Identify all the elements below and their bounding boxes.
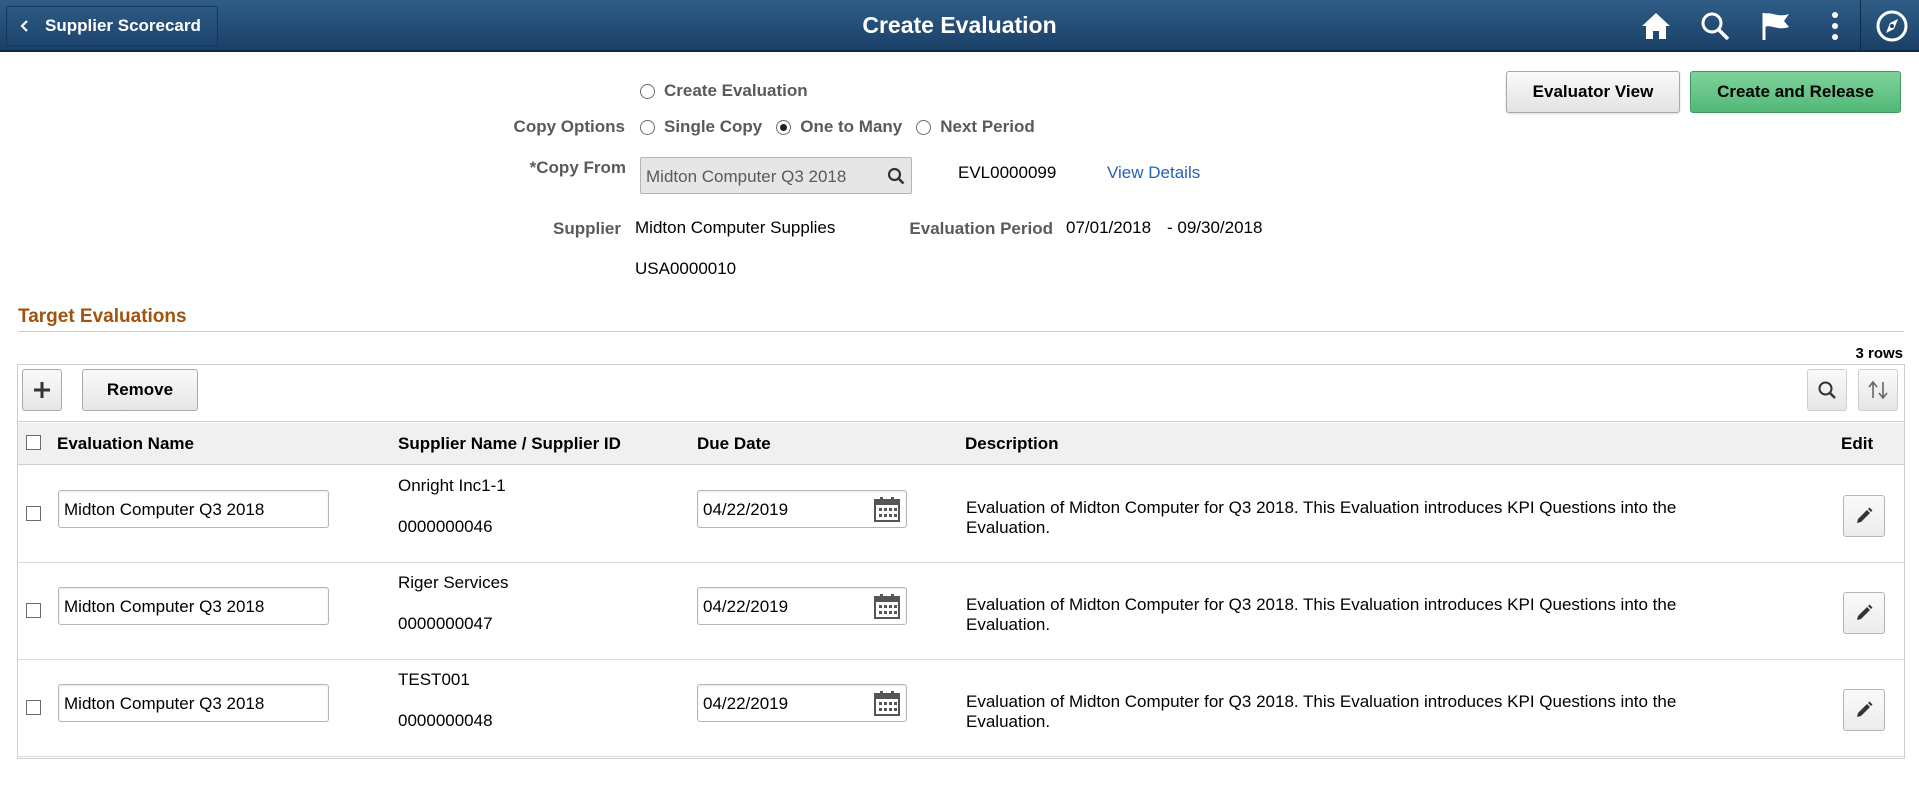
lookup-search-icon[interactable]	[887, 167, 905, 185]
evaluation-name-input[interactable]: Midton Computer Q3 2018	[58, 587, 329, 625]
column-header-evaluation-name[interactable]: Evaluation Name	[57, 434, 194, 454]
copy-from-label: *Copy From	[529, 158, 626, 177]
row-checkbox[interactable]	[26, 603, 41, 618]
plus-icon	[34, 382, 50, 398]
evaluation-description: Evaluation of Midton Computer for Q3 201…	[966, 498, 1677, 537]
copy-options-group: Single Copy One to Many Next Period	[640, 117, 1049, 137]
search-icon	[1818, 381, 1836, 399]
radio-button[interactable]	[640, 119, 655, 135]
edit-row-button[interactable]	[1843, 495, 1885, 537]
edit-row-button[interactable]	[1843, 592, 1885, 634]
evaluation-description: Evaluation of Midton Computer for Q3 201…	[966, 595, 1677, 634]
evaluation-period-end: - 09/30/2018	[1167, 218, 1263, 237]
more-options-icon[interactable]	[1817, 8, 1853, 44]
target-evaluations-grid: Remove Evaluation Name Supplier Name / S…	[17, 364, 1905, 759]
copy-from-value: Midton Computer Q3 2018	[646, 167, 847, 186]
due-date-value: 04/22/2019	[703, 597, 789, 616]
evaluation-name-input[interactable]: Midton Computer Q3 2018	[58, 490, 329, 528]
select-all-checkbox[interactable]	[26, 435, 41, 450]
page-title: Create Evaluation	[862, 12, 1057, 38]
supplier-id: USA0000010	[635, 259, 737, 278]
grid-search-button[interactable]	[1807, 369, 1847, 411]
due-date-value: 04/22/2019	[703, 500, 789, 519]
radio-label: Single Copy	[664, 117, 763, 136]
evaluation-name-input[interactable]: Midton Computer Q3 2018	[58, 684, 329, 722]
header-banner: Supplier Scorecard Create Evaluation	[0, 0, 1919, 52]
table-row: Midton Computer Q3 2018 Riger Services 0…	[18, 563, 1904, 660]
supplier-name: Riger Services	[398, 573, 509, 592]
radio-next-period[interactable]: Next Period	[916, 117, 1035, 137]
create-evaluation-option: Create Evaluation	[640, 81, 822, 101]
supplier-name: Midton Computer Supplies	[635, 218, 836, 237]
radio-button-selected[interactable]	[776, 119, 792, 135]
create-and-release-button[interactable]: Create and Release	[1690, 71, 1901, 113]
supplier-name: Onright Inc1-1	[398, 476, 506, 495]
radio-button[interactable]	[640, 83, 655, 99]
navigator-icon[interactable]	[1874, 8, 1910, 44]
home-icon[interactable]	[1638, 8, 1674, 44]
pencil-icon	[1857, 507, 1873, 523]
evaluator-view-button[interactable]: Evaluator View	[1506, 71, 1680, 113]
supplier-label: Supplier	[552, 219, 621, 238]
remove-button[interactable]: Remove	[82, 369, 198, 411]
sort-icon	[1868, 380, 1888, 400]
supplier-name: TEST001	[398, 670, 470, 689]
target-evaluations-title: Target Evaluations	[18, 306, 187, 327]
supplier-id: 0000000048	[398, 711, 493, 730]
copy-options-label: Copy Options	[513, 117, 625, 136]
pencil-icon	[1857, 701, 1873, 717]
table-row: Midton Computer Q3 2018 Onright Inc1-1 0…	[18, 466, 1904, 563]
column-header-edit: Edit	[1841, 434, 1874, 453]
view-details-link[interactable]: View Details	[1107, 163, 1200, 183]
table-row: Midton Computer Q3 2018 TEST001 00000000…	[18, 660, 1904, 757]
evaluation-id: EVL0000099	[958, 163, 1057, 182]
due-date-input[interactable]: 04/22/2019	[697, 684, 907, 722]
column-header-description[interactable]: Description	[965, 434, 1059, 454]
header-divider	[1860, 0, 1861, 52]
supplier-id: 0000000047	[398, 614, 493, 633]
calendar-icon[interactable]	[874, 497, 900, 522]
due-date-value: 04/22/2019	[703, 694, 789, 713]
column-header-supplier[interactable]: Supplier Name / Supplier ID	[398, 434, 621, 454]
evaluation-period-start: 07/01/2018	[1066, 218, 1152, 237]
section-divider	[18, 331, 1904, 332]
grid-header-row: Evaluation Name Supplier Name / Supplier…	[18, 423, 1904, 465]
calendar-icon[interactable]	[874, 691, 900, 716]
radio-label: Create Evaluation	[664, 81, 808, 100]
search-icon[interactable]	[1697, 8, 1733, 44]
evaluation-description: Evaluation of Midton Computer for Q3 201…	[966, 692, 1677, 731]
add-row-button[interactable]	[22, 369, 62, 411]
radio-create-evaluation[interactable]: Create Evaluation	[640, 81, 808, 101]
flag-icon[interactable]	[1758, 8, 1794, 44]
row-count: 3 rows	[1855, 345, 1903, 362]
row-checkbox[interactable]	[26, 700, 41, 715]
row-checkbox[interactable]	[26, 506, 41, 521]
radio-label: Next Period	[940, 117, 1035, 136]
calendar-icon[interactable]	[874, 594, 900, 619]
column-header-due-date[interactable]: Due Date	[697, 434, 771, 454]
radio-label: One to Many	[800, 117, 903, 136]
grid-sort-button[interactable]	[1858, 369, 1898, 411]
due-date-input[interactable]: 04/22/2019	[697, 587, 907, 625]
copy-from-field[interactable]: Midton Computer Q3 2018	[640, 157, 912, 194]
radio-single-copy[interactable]: Single Copy	[640, 117, 762, 137]
radio-button[interactable]	[916, 119, 932, 135]
edit-row-button[interactable]	[1843, 689, 1885, 731]
radio-one-to-many[interactable]: One to Many	[776, 117, 902, 137]
due-date-input[interactable]: 04/22/2019	[697, 490, 907, 528]
evaluation-period-label: Evaluation Period	[909, 219, 1053, 238]
supplier-id: 0000000046	[398, 517, 493, 536]
pencil-icon	[1857, 604, 1873, 620]
grid-toolbar: Remove	[18, 365, 1904, 422]
